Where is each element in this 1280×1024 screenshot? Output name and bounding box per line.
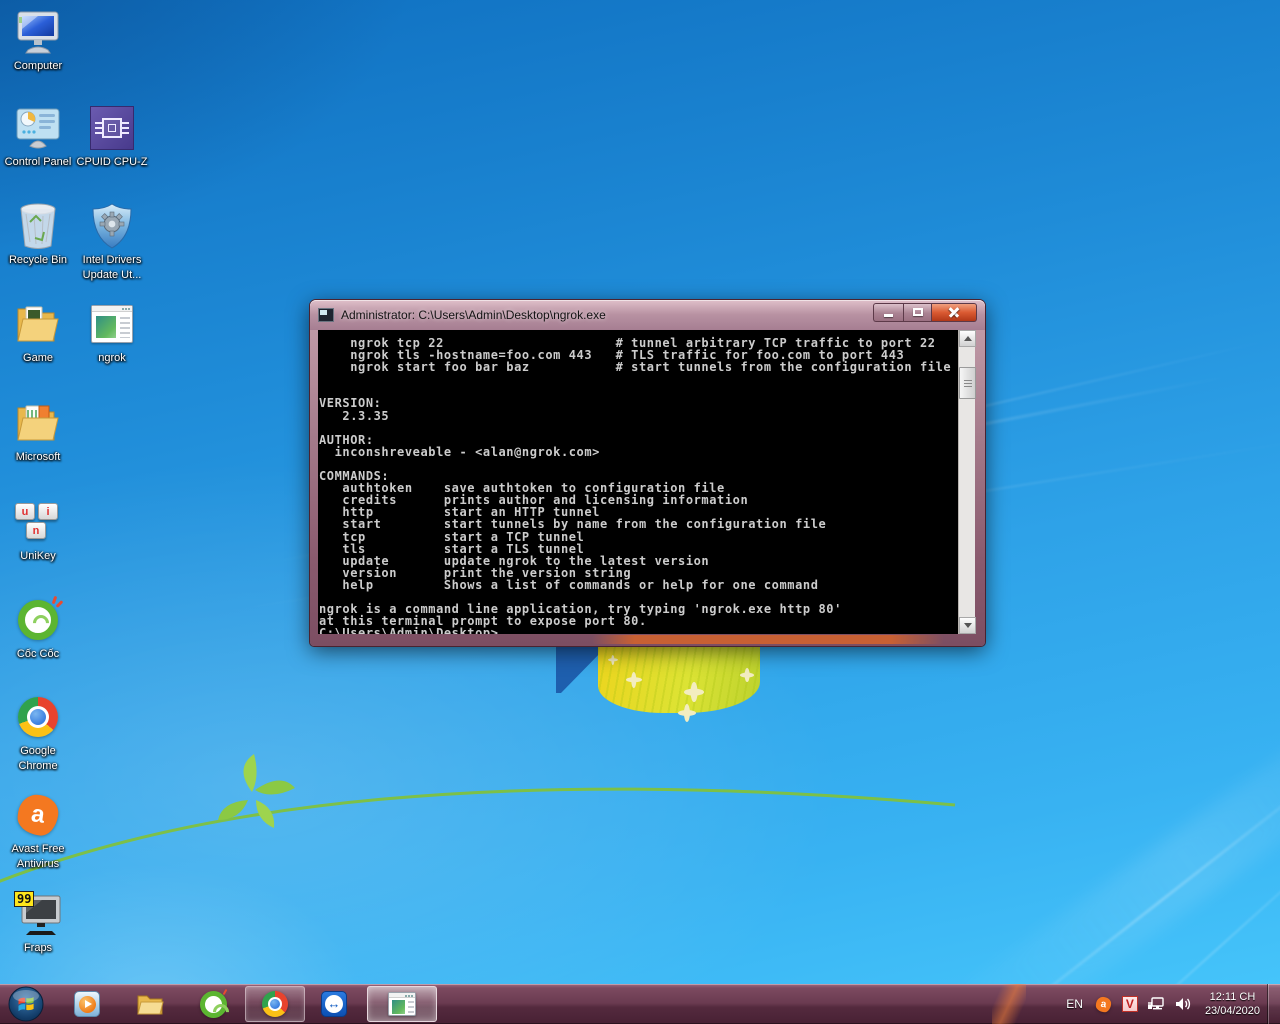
desktop-icon-computer[interactable]: Computer <box>0 8 76 74</box>
desktop-icon-control-panel[interactable]: Control Panel <box>0 104 76 170</box>
desktop-icon-label: Fraps <box>0 941 76 956</box>
desktop-icon-label: Intel Drivers Update Ut... <box>74 253 150 283</box>
desktop-icon-coccoc[interactable]: Cốc Cốc <box>0 596 76 662</box>
recycle-bin-icon <box>14 202 62 250</box>
microsoft-folder-icon <box>14 399 62 447</box>
teamviewer-icon: ↔ <box>321 991 347 1017</box>
desktop-icon-label: Avast Free Antivirus <box>0 842 76 872</box>
control-panel-icon <box>14 104 62 152</box>
scroll-up-button[interactable] <box>959 330 976 347</box>
fraps-icon: 99 <box>14 890 62 938</box>
desktop-icon-recycle-bin[interactable]: Recycle Bin <box>0 202 76 268</box>
unikey-key-u: u <box>15 503 35 520</box>
volume-icon[interactable] <box>1174 995 1192 1013</box>
taskbar-button-media-player[interactable] <box>66 986 108 1022</box>
explorer-folder-icon <box>136 992 164 1016</box>
minimize-button[interactable] <box>873 303 903 322</box>
desktop-icon-ngrok[interactable]: ngrok <box>74 300 150 366</box>
media-player-icon <box>74 991 100 1017</box>
shield-gear-icon <box>88 202 136 250</box>
console-window: Administrator: C:\Users\Admin\Desktop\ng… <box>310 300 985 646</box>
desktop-icon-cpuz[interactable]: CPUID CPU-Z <box>74 104 150 170</box>
console-output: ngrok tcp 22 # tunnel arbitrary TCP traf… <box>318 330 958 634</box>
taskbar-button-ngrok-console[interactable] <box>367 986 437 1022</box>
unikey-key-n: n <box>26 522 46 539</box>
scroll-down-button[interactable] <box>959 617 976 634</box>
show-desktop-button[interactable] <box>1267 984 1280 1024</box>
desktop-icon-label: Recycle Bin <box>0 253 76 268</box>
maximize-button[interactable] <box>903 303 932 322</box>
desktop-icon-label: Cốc Cốc <box>0 647 76 662</box>
desktop-icon-label: Game <box>0 351 76 366</box>
chrome-icon <box>262 991 288 1017</box>
desktop-icon-label: Microsoft <box>0 450 76 465</box>
desktop-icon-label: ngrok <box>74 351 150 366</box>
wallpaper-grass-pane <box>598 645 760 713</box>
console-app-icon <box>318 308 334 322</box>
close-button[interactable] <box>932 303 977 322</box>
taskbar-glass-reflection <box>992 984 1026 1024</box>
fraps-badge: 99 <box>14 891 34 907</box>
wallpaper-flower <box>608 655 618 665</box>
taskbar-button-teamviewer[interactable]: ↔ <box>312 986 356 1022</box>
start-button[interactable] <box>8 986 44 1022</box>
desktop-wallpaper: Computer Control Panel CPUID CPU-Z <box>0 0 1280 984</box>
game-folder-icon <box>14 300 62 348</box>
desktop-icon-label: CPUID CPU-Z <box>74 155 150 170</box>
language-indicator[interactable]: EN <box>1063 993 1086 1015</box>
desktop-icon-microsoft[interactable]: Microsoft <box>0 399 76 465</box>
desktop-icon-chrome[interactable]: Google Chrome <box>0 693 76 774</box>
desktop-icon-label: UniKey <box>0 549 76 564</box>
wallpaper-flower <box>678 704 696 722</box>
desktop-icon-unikey[interactable]: u i n UniKey <box>0 498 76 564</box>
desktop-icon-fraps[interactable]: 99 Fraps <box>0 890 76 956</box>
console-titlebar[interactable]: Administrator: C:\Users\Admin\Desktop\ng… <box>310 300 985 330</box>
network-icon[interactable] <box>1147 995 1165 1013</box>
coccoc-icon <box>14 596 62 644</box>
desktop-icon-game[interactable]: Game <box>0 300 76 366</box>
ngrok-app-icon <box>88 300 136 348</box>
taskbar-button-coccoc[interactable] <box>190 986 236 1022</box>
desktop-icon-avast[interactable]: a Avast Free Antivirus <box>0 791 76 872</box>
desktop-icon-label: Computer <box>0 59 76 74</box>
unikey-key-i: i <box>38 503 58 520</box>
taskbar-button-chrome[interactable] <box>245 986 305 1022</box>
avast-tray-icon[interactable]: a <box>1095 995 1113 1013</box>
coccoc-icon <box>200 991 227 1018</box>
window-title: Administrator: C:\Users\Admin\Desktop\ng… <box>341 308 606 322</box>
unikey-icon: u i n <box>14 498 62 546</box>
chrome-icon <box>14 693 62 741</box>
taskbar-clock[interactable]: 12:11 CH 23/04/2020 <box>1201 990 1264 1018</box>
unikey-tray-icon[interactable]: V <box>1122 996 1138 1012</box>
ngrok-app-icon <box>388 992 416 1016</box>
clock-date: 23/04/2020 <box>1205 1004 1260 1018</box>
wallpaper-flower <box>626 672 642 688</box>
wallpaper-flower <box>684 682 704 702</box>
computer-icon <box>14 8 62 56</box>
console-scrollbar[interactable] <box>958 330 975 634</box>
wallpaper-vine-decoration <box>0 730 960 900</box>
clock-time: 12:11 CH <box>1205 990 1260 1004</box>
desktop-icon-label: Control Panel <box>0 155 76 170</box>
scrollbar-thumb[interactable] <box>959 367 976 399</box>
console-output-area[interactable]: ngrok tcp 22 # tunnel arbitrary TCP traf… <box>318 330 958 634</box>
desktop-icon-label: Google Chrome <box>0 744 76 774</box>
cpuz-icon <box>88 104 136 152</box>
wallpaper-flower <box>740 668 754 682</box>
avast-icon: a <box>14 791 62 839</box>
desktop-icon-intel-drivers[interactable]: Intel Drivers Update Ut... <box>74 202 150 283</box>
taskbar: ↔ EN a V <box>0 984 1280 1024</box>
wallpaper-light-streak <box>919 654 1280 984</box>
system-tray: EN a V 12:11 CH 23/04/2020 <box>1063 984 1264 1024</box>
taskbar-button-explorer[interactable] <box>128 986 172 1022</box>
